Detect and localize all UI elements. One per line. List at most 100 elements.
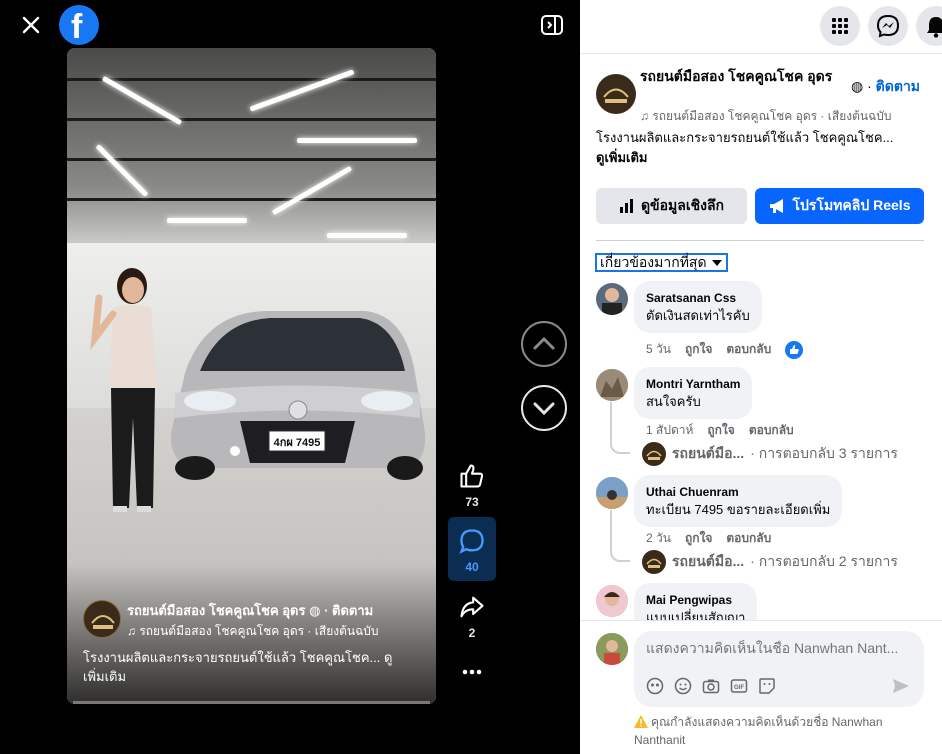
collapse-sidebar-icon[interactable] xyxy=(540,13,564,37)
next-reel-button[interactable] xyxy=(521,385,567,431)
reel-video[interactable]: 4กผ 7495 รถยนต์มือสอง โชคคูณโชค อุดร ◍ ·… xyxy=(67,48,436,704)
like-action[interactable]: 73 xyxy=(448,462,496,509)
warning-icon xyxy=(634,715,648,728)
panel-page-avatar[interactable] xyxy=(596,74,636,114)
comment-avatar[interactable] xyxy=(596,283,628,315)
commenter-name[interactable]: Mai Pengwipas xyxy=(646,591,745,609)
comment-reply-button[interactable]: ตอบกลับ xyxy=(749,421,794,440)
comment-bubble: Saratsanan Css ตัดเงินสดเท่าไรคับ xyxy=(634,281,762,333)
page-avatar[interactable] xyxy=(83,600,121,638)
send-icon[interactable] xyxy=(892,677,910,695)
top-bar xyxy=(580,0,942,54)
details-panel: รถยนต์มือสอง โชคคูณโชค อุดร ◍ · ติดตาม ♫… xyxy=(580,0,942,754)
comment-meta: 1 สัปดาห์ ถูกใจ ตอบกลับ xyxy=(646,421,794,440)
panel-description: โรงงานผลิตและกระจายรถยนต์ใช้แล้ว โชคคูณโ… xyxy=(596,130,894,165)
sticker-icon[interactable] xyxy=(758,677,776,695)
comment-avatar[interactable] xyxy=(596,585,628,617)
menu-grid-button[interactable] xyxy=(820,6,860,46)
video-page-name[interactable]: รถยนต์มือสอง โชคคูณโชค อุดร xyxy=(127,603,305,618)
comment-like-button[interactable]: ถูกใจ xyxy=(685,340,712,359)
facebook-logo[interactable]: f xyxy=(59,5,99,46)
comment-bubble-icon xyxy=(459,529,484,554)
video-stage: f 4กผ 7495 รถยนต์มือสอง โชคคูณโชค อุดร ◍… xyxy=(0,0,580,754)
reply-author: รถยนต์มือ... xyxy=(672,553,745,569)
music-note-icon: ♫ xyxy=(127,624,140,638)
comment-bubble: Montri Yarntham สนใจครับ xyxy=(634,367,753,419)
music-note-icon: ♫ xyxy=(640,109,653,123)
insights-button[interactable]: ดูข้อมูลเชิงลึก xyxy=(596,188,747,224)
avatar-sticker-icon[interactable] xyxy=(646,677,664,695)
panel-follow-link[interactable]: ติดตาม xyxy=(876,78,920,94)
comment-time[interactable]: 2 วัน xyxy=(646,529,671,548)
globe-icon: ◍ · xyxy=(851,78,876,94)
license-plate: 4กผ 7495 xyxy=(274,437,321,449)
video-description: โรงงานผลิตและกระจายรถยนต์ใช้แล้ว โชคคูณโ… xyxy=(83,650,393,684)
camera-icon[interactable] xyxy=(702,677,720,695)
video-see-more[interactable]: เพิ่มเติม xyxy=(83,669,126,684)
commenter-name[interactable]: Saratsanan Css xyxy=(646,289,750,307)
comment-text: ตัดเงินสดเท่าไรคับ xyxy=(646,308,750,323)
video-follow-link[interactable]: ติดตาม xyxy=(332,603,373,618)
bell-icon xyxy=(927,17,942,38)
share-action[interactable]: 2 xyxy=(448,593,496,640)
comment-text: ทะเบียน 7495 ขอรายละเอียดเพิ่ม xyxy=(646,502,831,517)
comment-avatar[interactable] xyxy=(596,477,628,509)
video-progress-bar[interactable] xyxy=(73,701,430,704)
promote-reel-button[interactable]: โปรโมทคลิป Reels xyxy=(755,188,924,224)
reply-summary: · การตอบกลับ 3 รายการ xyxy=(750,445,898,461)
comment-bubble: Mai Pengwipas แบบเปลี่ยนสัญญา xyxy=(634,583,758,620)
megaphone-icon xyxy=(769,199,783,213)
current-user-avatar[interactable] xyxy=(596,633,628,665)
presenter-figure xyxy=(90,268,157,512)
panel-page-name[interactable]: รถยนต์มือสอง โชคคูณโชค อุดร xyxy=(640,67,840,85)
video-page-line: รถยนต์มือสอง โชคคูณโชค อุดร ◍ · ติดตาม xyxy=(127,600,373,621)
car-image: 4กผ 7495 xyxy=(170,311,426,480)
comment-text: แบบเปลี่ยนสัญญา xyxy=(646,610,746,620)
reels-viewer: f 4กผ 7495 รถยนต์มือสอง โชคคูณโชค อุดร ◍… xyxy=(0,0,942,754)
comment-list: Saratsanan Css ตัดเงินสดเท่าไรคับ 5 วัน … xyxy=(580,280,942,620)
comment-like-button[interactable]: ถูกใจ xyxy=(685,529,712,548)
share-count: 2 xyxy=(468,626,476,640)
comment-reply-button[interactable]: ตอบกลับ xyxy=(726,529,771,548)
comment-reply-button[interactable]: ตอบกลับ xyxy=(726,340,771,359)
comment-sort-dropdown[interactable]: เกี่ยวข้องมากที่สุด xyxy=(595,253,728,272)
comment-composer: GIF คุณกำลังแสดงความคิดเห็นด้วยชื่อ Nanw… xyxy=(580,620,942,754)
thumbs-up-icon xyxy=(460,464,484,488)
notifications-button[interactable] xyxy=(916,6,942,46)
view-replies-link[interactable]: รถยนต์มือ... · การตอบกลับ 2 รายการ xyxy=(642,550,898,574)
comment-avatar[interactable] xyxy=(596,369,628,401)
composer-tools: GIF xyxy=(646,677,776,695)
globe-icon: ◍ · xyxy=(309,603,333,618)
messenger-button[interactable] xyxy=(868,6,908,46)
commenter-name[interactable]: Uthai Chuenram xyxy=(646,483,830,501)
comment-time[interactable]: 5 วัน xyxy=(646,340,671,359)
like-count: 73 xyxy=(465,495,479,509)
emoji-icon[interactable] xyxy=(674,677,692,695)
comment-input-box: GIF xyxy=(634,631,924,707)
view-replies-link[interactable]: รถยนต์มือ... · การตอบกลับ 3 รายการ xyxy=(642,442,898,466)
more-options-button[interactable] xyxy=(448,662,496,685)
bar-chart-icon xyxy=(619,199,633,213)
video-audio-line[interactable]: ♫ รถยนต์มือสอง โชคคูณโชค อุดร · เสียงต้น… xyxy=(127,622,378,641)
comment-action[interactable]: 40 xyxy=(448,517,496,581)
panel-audio-line[interactable]: ♫ รถยนต์มือสอง โชคคูณโชค อุดร · เสียงต้น… xyxy=(640,107,940,126)
commenter-name[interactable]: Montri Yarntham xyxy=(646,375,740,393)
previous-reel-button[interactable] xyxy=(521,321,567,367)
panel-see-more[interactable]: ดูเพิ่มเติม xyxy=(596,150,647,165)
share-arrow-icon xyxy=(460,596,484,618)
more-dots-icon xyxy=(462,669,482,675)
divider xyxy=(596,240,924,241)
close-icon[interactable] xyxy=(16,10,46,40)
comment-like-button[interactable]: ถูกใจ xyxy=(707,421,734,440)
gif-icon[interactable]: GIF xyxy=(730,677,748,695)
messenger-icon xyxy=(876,14,900,38)
comment-count: 40 xyxy=(465,560,479,574)
identity-notice: คุณกำลังแสดงความคิดเห็นด้วยชื่อ Nanwhan … xyxy=(634,715,883,747)
like-reaction-icon[interactable] xyxy=(785,340,804,359)
reply-author-avatar xyxy=(642,550,666,574)
comment-input[interactable] xyxy=(646,640,906,656)
grid-icon xyxy=(832,18,848,34)
svg-text:GIF: GIF xyxy=(734,685,744,691)
comment-time[interactable]: 1 สัปดาห์ xyxy=(646,421,693,440)
reply-author: รถยนต์มือ... xyxy=(672,445,745,461)
